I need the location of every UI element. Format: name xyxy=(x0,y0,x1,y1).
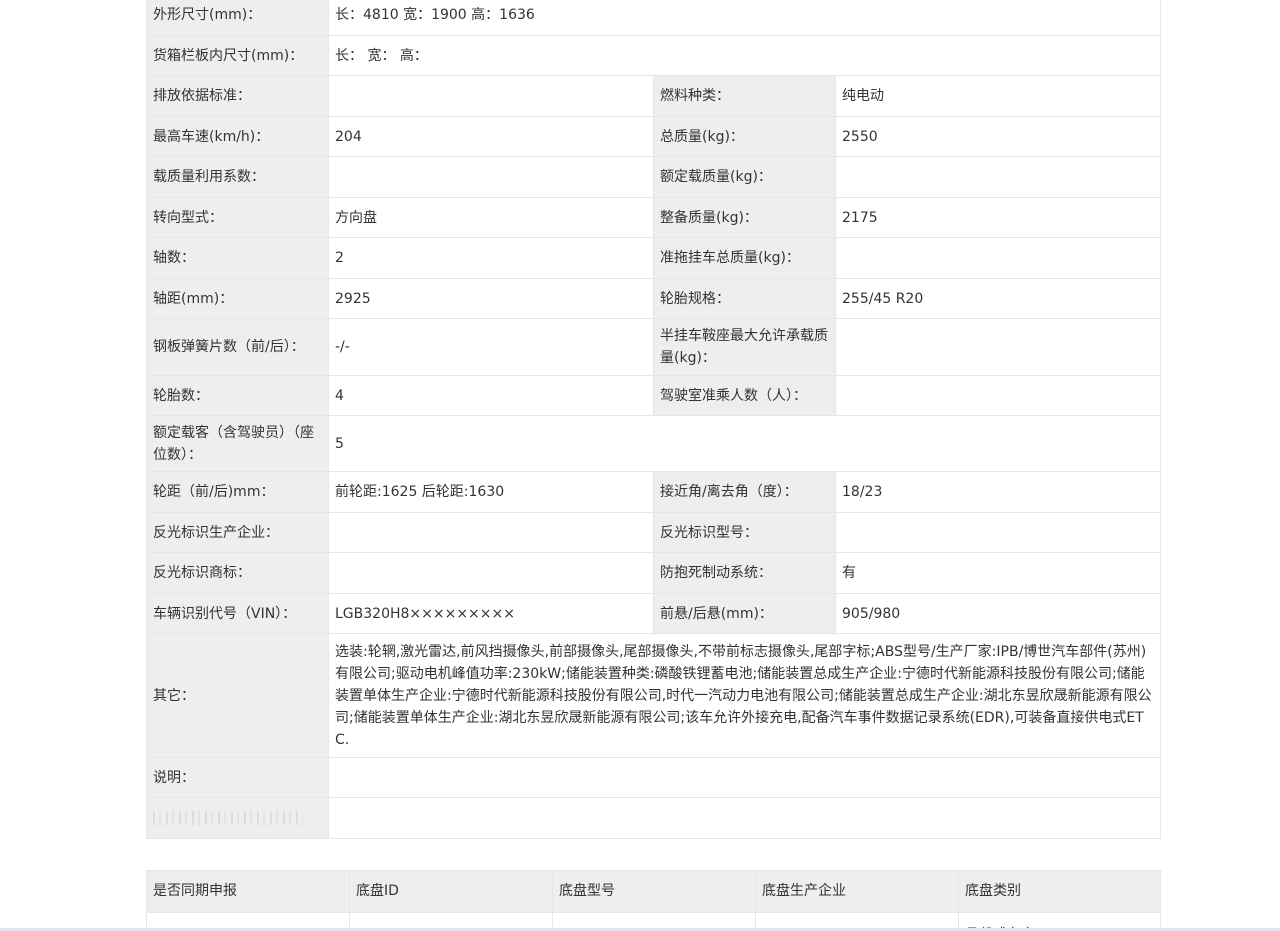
redacted-value xyxy=(327,797,1162,839)
reflector-maker-value xyxy=(328,512,654,553)
fuel-label: 燃料种类： xyxy=(653,75,836,117)
tire-spec-value: 255/45 R20 xyxy=(834,278,1162,319)
overhang-label: 前悬/后悬(mm)： xyxy=(653,593,836,634)
blurred-text-icon xyxy=(153,811,303,825)
max-speed-label: 最高车速(km/h)： xyxy=(146,116,329,157)
wheelbase-value: 2925 xyxy=(328,278,654,319)
chassis-header-id: 底盘ID xyxy=(349,870,553,913)
spec-row-tire-count: 轮胎数： 4 驾驶室准乘人数（人）： xyxy=(146,375,1162,416)
curb-mass-value: 2175 xyxy=(834,197,1162,238)
other-label: 其它： xyxy=(146,633,329,758)
spec-row-reflector-brand: 反光标识商标： 防抱死制动系统： 有 xyxy=(146,552,1162,594)
spec-row-reflector-maker: 反光标识生产企业： 反光标识型号： xyxy=(146,512,1162,553)
steering-value: 方向盘 xyxy=(328,197,654,238)
approach-angle-value: 18/23 xyxy=(834,471,1162,513)
chassis-header-model: 底盘型号 xyxy=(552,870,756,913)
axles-value: 2 xyxy=(328,237,654,279)
spec-row-note: 说明： xyxy=(146,757,1162,798)
saddle-load-value xyxy=(834,318,1162,376)
rated-load-label: 额定载质量(kg)： xyxy=(653,156,836,198)
gross-mass-value: 2550 xyxy=(834,116,1162,157)
chassis-header-maker: 底盘生产企业 xyxy=(755,870,959,913)
wheelbase-label: 轴距(mm)： xyxy=(146,278,329,319)
tire-spec-label: 轮胎规格： xyxy=(653,278,836,319)
spec-row-dimensions: 外形尺寸(mm)： 长：4810 宽：1900 高：1636 xyxy=(146,0,1162,36)
other-value: 选装:轮辋,激光雷达,前风挡摄像头,前部摄像头,尾部摄像头,不带前标志摄像头,尾… xyxy=(327,633,1162,758)
emission-value xyxy=(328,75,654,117)
rated-passengers-label: 额定载客（含驾驶员）（座位数）： xyxy=(146,415,329,472)
note-value xyxy=(327,757,1162,798)
cab-passengers-value xyxy=(834,375,1162,416)
spec-row-track: 轮距（前/后)mm： 前轮距:1625 后轮距:1630 接近角/离去角（度）：… xyxy=(146,471,1162,513)
saddle-load-label: 半挂车鞍座最大允许承载质量(kg)： xyxy=(653,318,836,376)
cargo-box-label: 货箱栏板内尺寸(mm)： xyxy=(146,35,329,76)
tire-count-value: 4 xyxy=(328,375,654,416)
spec-row-vin: 车辆识别代号（VIN）： LGB320H8××××××××× 前悬/后悬(mm)… xyxy=(146,593,1162,634)
track-label: 轮距（前/后)mm： xyxy=(146,471,329,513)
chassis-header-row: 是否同期申报 底盘ID 底盘型号 底盘生产企业 底盘类别 xyxy=(146,870,1161,913)
load-factor-value xyxy=(328,156,654,198)
rated-passengers-value: 5 xyxy=(327,415,1162,472)
cab-passengers-label: 驾驶室准乘人数（人）： xyxy=(653,375,836,416)
leaf-spring-value: -/- xyxy=(328,318,654,376)
curb-mass-label: 整备质量(kg)： xyxy=(653,197,836,238)
fuel-value: 纯电动 xyxy=(834,75,1162,117)
approach-angle-label: 接近角/离去角（度）： xyxy=(653,471,836,513)
steering-label: 转向型式： xyxy=(146,197,329,238)
reflector-model-label: 反光标识型号： xyxy=(653,512,836,553)
rated-load-value xyxy=(834,156,1162,198)
spec-row-axles: 轴数： 2 准拖挂车总质量(kg)： xyxy=(146,237,1162,279)
spec-row-redacted xyxy=(146,797,1162,839)
chassis-header-category: 底盘类别 xyxy=(958,870,1161,913)
cargo-box-value: 长： 宽： 高： xyxy=(327,35,1162,76)
dimensions-label: 外形尺寸(mm)： xyxy=(146,0,329,36)
emission-label: 排放依据标准： xyxy=(146,75,329,117)
axles-label: 轴数： xyxy=(146,237,329,279)
note-label: 说明： xyxy=(146,757,329,798)
vin-value: LGB320H8××××××××× xyxy=(328,593,654,634)
spec-row-speed: 最高车速(km/h)： 204 总质量(kg)： 2550 xyxy=(146,116,1162,157)
reflector-brand-value xyxy=(328,552,654,594)
spec-row-other: 其它： 选装:轮辋,激光雷达,前风挡摄像头,前部摄像头,尾部摄像头,不带前标志摄… xyxy=(146,633,1162,758)
reflector-brand-label: 反光标识商标： xyxy=(146,552,329,594)
spec-row-emission: 排放依据标准： 燃料种类： 纯电动 xyxy=(146,75,1162,117)
max-speed-value: 204 xyxy=(328,116,654,157)
trailer-mass-value xyxy=(834,237,1162,279)
vin-label: 车辆识别代号（VIN）： xyxy=(146,593,329,634)
spec-row-leaf-spring: 钢板弹簧片数（前/后）： -/- 半挂车鞍座最大允许承载质量(kg)： xyxy=(146,318,1162,376)
track-value: 前轮距:1625 后轮距:1630 xyxy=(328,471,654,513)
overhang-value: 905/980 xyxy=(834,593,1162,634)
tire-count-label: 轮胎数： xyxy=(146,375,329,416)
spec-row-steering: 转向型式： 方向盘 整备质量(kg)： 2175 xyxy=(146,197,1162,238)
leaf-spring-label: 钢板弹簧片数（前/后）： xyxy=(146,318,329,376)
spec-row-rated-passengers: 额定载客（含驾驶员）（座位数）： 5 xyxy=(146,415,1162,472)
spec-row-cargo-box: 货箱栏板内尺寸(mm)： 长： 宽： 高： xyxy=(146,35,1162,76)
vehicle-spec-table: 外形尺寸(mm)： 长：4810 宽：1900 高：1636 货箱栏板内尺寸(m… xyxy=(146,0,1162,839)
spec-row-wheelbase: 轴距(mm)： 2925 轮胎规格： 255/45 R20 xyxy=(146,278,1162,319)
chassis-table: 是否同期申报 底盘ID 底盘型号 底盘生产企业 底盘类别 承载式车身 xyxy=(146,870,1161,931)
reflector-maker-label: 反光标识生产企业： xyxy=(146,512,329,553)
chassis-header-concurrent: 是否同期申报 xyxy=(146,870,350,913)
load-factor-label: 载质量利用系数： xyxy=(146,156,329,198)
reflector-model-value xyxy=(834,512,1162,553)
spec-row-load: 载质量利用系数： 额定载质量(kg)： xyxy=(146,156,1162,198)
abs-label: 防抱死制动系统： xyxy=(653,552,836,594)
abs-value: 有 xyxy=(834,552,1162,594)
redacted-label xyxy=(146,797,329,839)
trailer-mass-label: 准拖挂车总质量(kg)： xyxy=(653,237,836,279)
dimensions-value: 长：4810 宽：1900 高：1636 xyxy=(327,0,1162,36)
gross-mass-label: 总质量(kg)： xyxy=(653,116,836,157)
